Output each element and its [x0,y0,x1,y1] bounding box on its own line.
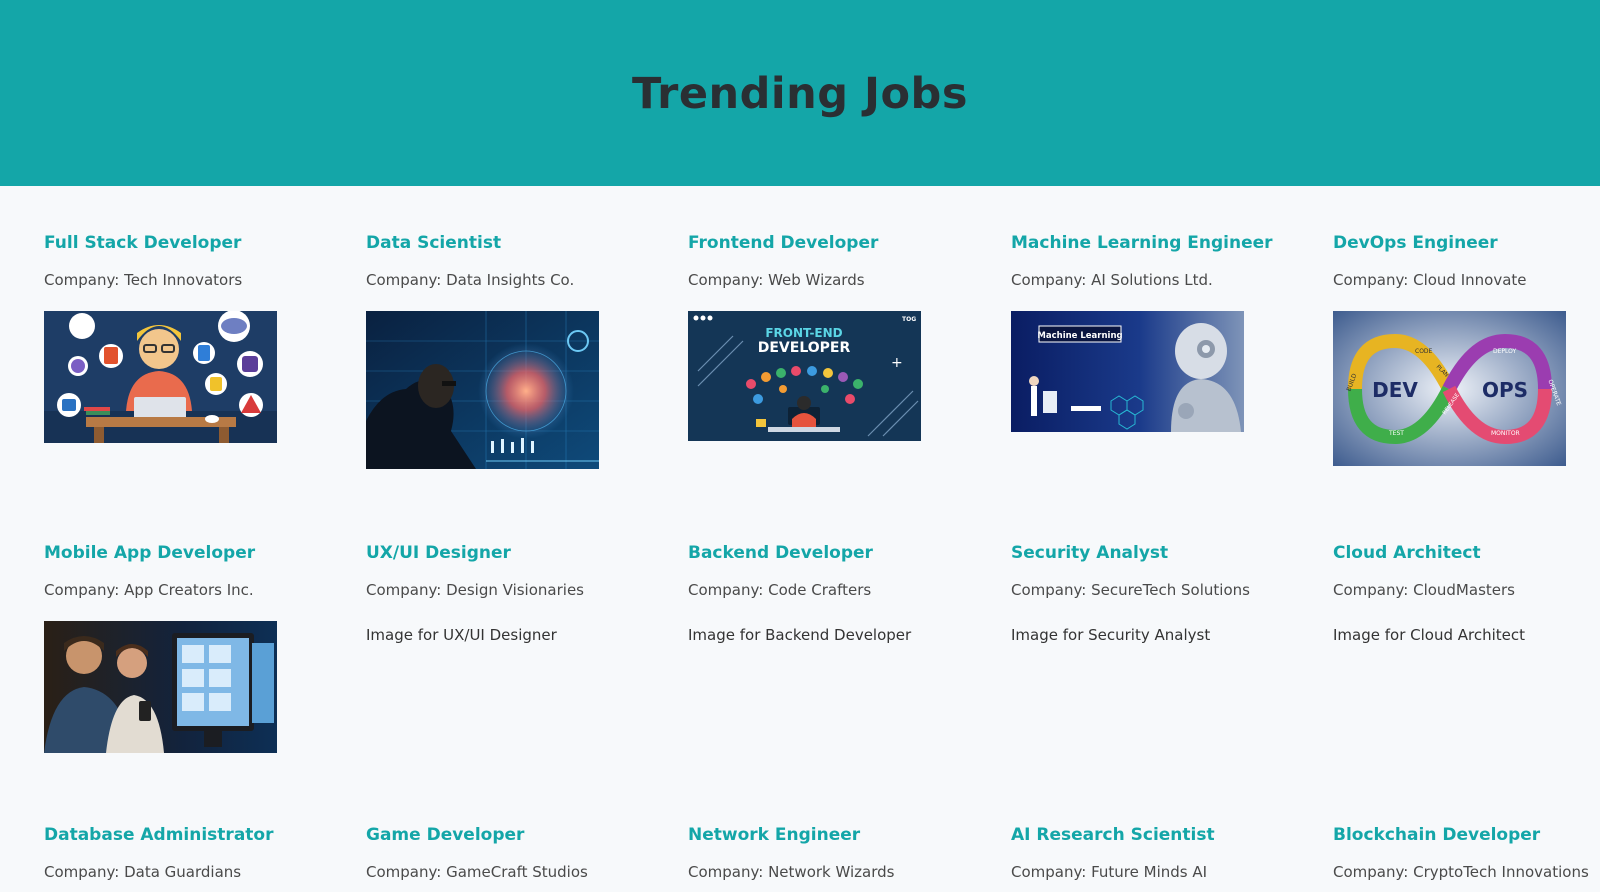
job-title-link[interactable]: DevOps Engineer [1333,232,1600,254]
job-company: Company: Code Crafters [688,581,872,599]
job-company: Company: Network Wizards [688,863,895,881]
image-alt-text: Image for Security Analyst [1011,626,1211,644]
job-card: Security Analyst Company: SecureTech Sol… [1011,542,1291,644]
job-card: Database Administrator Company: Data Gua… [44,824,324,882]
job-title-link[interactable]: Cloud Architect [1333,542,1600,564]
job-company: Company: Tech Innovators [44,271,243,289]
job-company: Company: App Creators Inc. [44,581,254,599]
image-alt-text: Image for Cloud Architect [1333,626,1526,644]
broken-image-alt: Image for UX/UI Designer [366,626,557,644]
job-title-link[interactable]: Game Developer [366,824,646,846]
job-title-link[interactable]: Machine Learning Engineer [1011,232,1291,254]
frontend-image-badge: TOG [902,316,916,323]
ml-image-label: Machine Learning [1037,331,1122,341]
job-company: Company: CloudMasters [1333,581,1515,599]
fullstack-developer-image [44,311,277,443]
devops-deploy-label: DEPLOY [1493,348,1517,355]
job-title-link[interactable]: Network Engineer [688,824,968,846]
job-title-link[interactable]: Data Scientist [366,232,646,254]
job-company: Company: Cloud Innovate [1333,271,1527,289]
devops-image: DEV OPS CODE DEPLOY BUILD OPERATE TEST M… [1333,311,1566,466]
job-card: Network Engineer Company: Network Wizard… [688,824,968,882]
frontend-image-line1: FRONT-END [765,326,842,340]
job-title-link[interactable]: Blockchain Developer [1333,824,1600,846]
mobile-developer-image [44,621,277,753]
job-company: Company: Data Guardians [44,863,242,881]
job-card: Data Scientist Company: Data Insights Co… [366,232,646,469]
frontend-image-line2: DEVELOPER [758,340,851,356]
job-company: Company: CryptoTech Innovations [1333,863,1589,881]
job-card: DevOps Engineer Company: Cloud Innovate [1333,232,1600,466]
devops-code-label: CODE [1415,348,1433,355]
job-company: Company: Future Minds AI [1011,863,1208,881]
job-title-link[interactable]: Database Administrator [44,824,324,846]
broken-image-alt: Image for Security Analyst [1011,626,1210,644]
job-card: Mobile App Developer Company: App Creato… [44,542,324,753]
broken-image-alt: Image for Backend Developer [688,626,911,644]
job-card: Cloud Architect Company: CloudMasters Im… [1333,542,1600,644]
page-header: Trending Jobs [0,0,1600,186]
job-company: Company: AI Solutions Ltd. [1011,271,1213,289]
job-title-link[interactable]: Security Analyst [1011,542,1291,564]
job-title-link[interactable]: Full Stack Developer [44,232,324,254]
job-company: Company: Web Wizards [688,271,865,289]
job-card: AI Research Scientist Company: Future Mi… [1011,824,1291,882]
job-card: Backend Developer Company: Code Crafters… [688,542,968,644]
job-card: Blockchain Developer Company: CryptoTech… [1333,824,1600,882]
page-title: Trending Jobs [632,69,968,119]
machine-learning-image: Machine Learning [1011,311,1244,432]
job-title-link[interactable]: Frontend Developer [688,232,968,254]
devops-ops-label: OPS [1482,378,1528,402]
broken-image-alt: Image for Cloud Architect [1333,626,1525,644]
job-company: Company: GameCraft Studios [366,863,588,881]
job-company: Company: Design Visionaries [366,581,584,599]
devops-monitor-label: MONITOR [1491,430,1520,437]
job-title-link[interactable]: Backend Developer [688,542,968,564]
devops-test-label: TEST [1388,430,1404,437]
svg-text:+: + [891,355,903,371]
job-company: Company: Data Insights Co. [366,271,575,289]
job-title-link[interactable]: UX/UI Designer [366,542,646,564]
job-company: Company: SecureTech Solutions [1011,581,1250,599]
job-title-link[interactable]: Mobile App Developer [44,542,324,564]
job-card: Frontend Developer Company: Web Wizards … [688,232,968,441]
job-title-link[interactable]: AI Research Scientist [1011,824,1291,846]
job-card: Game Developer Company: GameCraft Studio… [366,824,646,882]
job-card: Full Stack Developer Company: Tech Innov… [44,232,324,443]
job-card: Machine Learning Engineer Company: AI So… [1011,232,1291,432]
data-scientist-image [366,311,599,469]
devops-dev-label: DEV [1372,378,1418,402]
image-alt-text: Image for Backend Developer [688,626,912,644]
image-alt-text: Image for UX/UI Designer [366,626,557,644]
job-card: UX/UI Designer Company: Design Visionari… [366,542,646,644]
frontend-developer-image: TOG FRONT-END DEVELOPER + [688,311,921,441]
